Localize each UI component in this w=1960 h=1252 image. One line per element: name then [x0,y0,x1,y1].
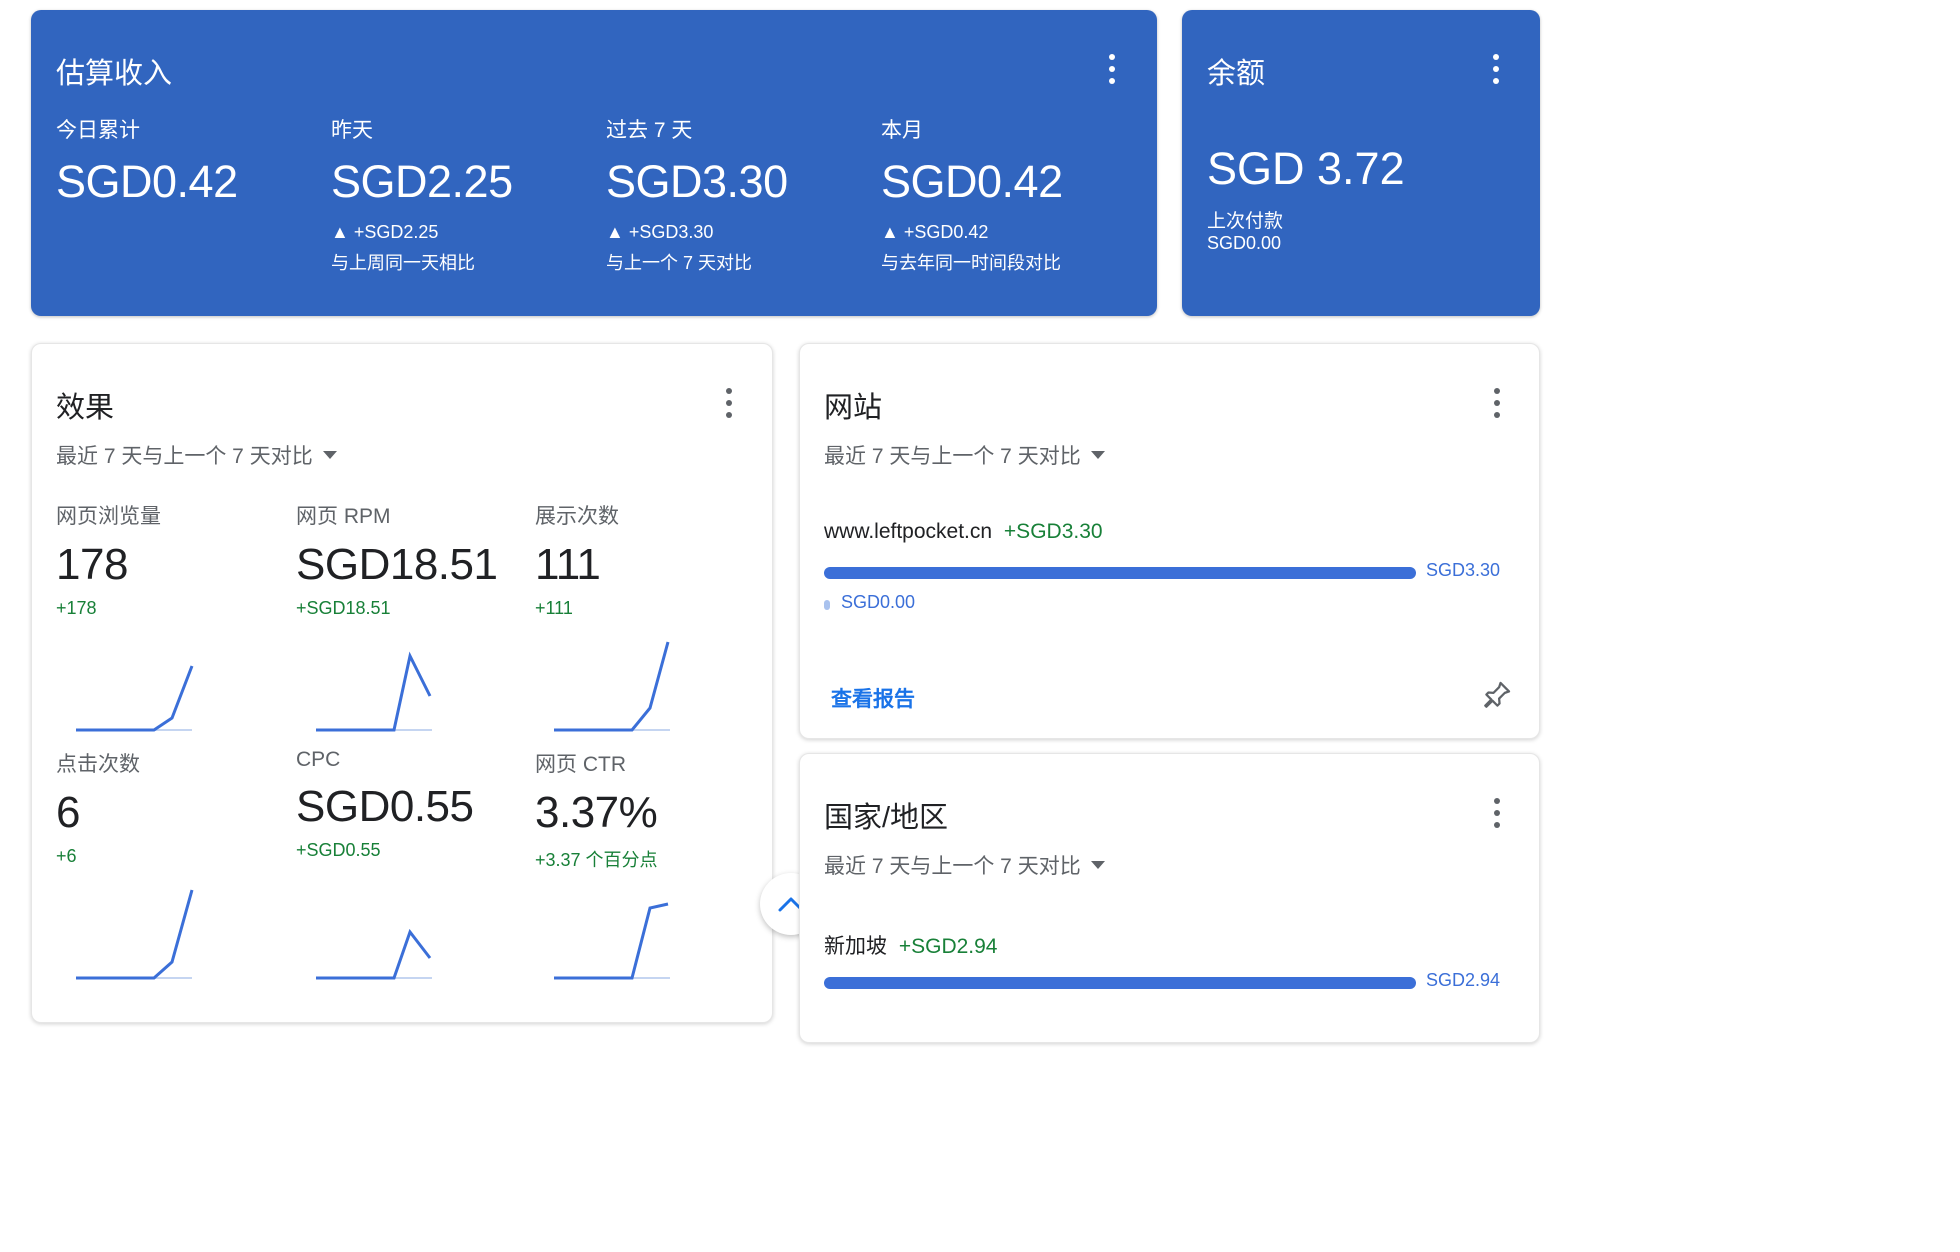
perf-cpc[interactable]: CPC SGD0.55 +SGD0.55 [296,748,516,861]
earnings-title: 估算收入 [56,58,173,90]
perf-impressions-label: 展示次数 [535,505,619,528]
perf-clicks-value: 6 [56,788,80,837]
perf-page-ctr[interactable]: 网页 CTR 3.37% +3.37 个百分点 [535,748,755,872]
perf-pageviews[interactable]: 网页浏览量 178 +178 [56,500,276,619]
country-title: 国家/地区 [824,802,949,834]
arrow-drop-down-icon [1090,861,1105,869]
last-payment-value: SGD0.00 [1207,233,1282,253]
arrow-drop-down-icon [1090,451,1105,459]
impressions-sparkline [554,641,670,732]
performance-period-dropdown[interactable]: 最近 7 天与上一个 7 天对比 [56,440,337,470]
last-payment-label: 上次付款 [1207,211,1284,232]
perf-impressions-delta: +111 [535,598,573,618]
perf-pageviews-delta: +178 [56,598,97,618]
perf-pageviews-label: 网页浏览量 [56,505,161,528]
page-ctr-sparkline [554,902,670,980]
performance-title: 效果 [56,392,115,424]
perf-page-ctr-label: 网页 CTR [535,753,626,776]
perf-impressions-value: 111 [535,540,601,589]
sites-title: 网站 [824,392,883,424]
balance-more-icon[interactable] [1491,54,1501,84]
balance-card: 余额 SGD 3.72 上次付款 SGD0.00 [1182,10,1540,316]
perf-cpc-value: SGD0.55 [296,782,474,831]
site-previous-bar [824,600,830,610]
perf-clicks-delta: +6 [56,846,77,866]
metric-this-month-value: SGD0.42 [881,156,1063,207]
metric-last-7-days-value: SGD3.30 [606,156,788,207]
sites-card: 网站 最近 7 天与上一个 7 天对比 www.leftpocket.cn +S… [799,343,1540,739]
perf-impressions[interactable]: 展示次数 111 +111 [535,500,755,619]
perf-clicks-label: 点击次数 [56,753,140,776]
performance-more-icon[interactable] [724,388,734,418]
perf-clicks[interactable]: 点击次数 6 +6 [56,748,276,867]
country-more-icon[interactable] [1492,798,1502,828]
site-current-value: SGD3.30 [1426,560,1501,580]
balance-title: 余额 [1207,58,1266,90]
performance-period-label: 最近 7 天与上一个 7 天对比 [56,445,313,468]
sites-more-icon[interactable] [1492,388,1502,418]
metric-yesterday: 昨天 SGD2.25 ▲ +SGD2.25 与上周同一天相比 [331,114,513,275]
country-period-dropdown[interactable]: 最近 7 天与上一个 7 天对比 [824,850,1105,880]
cpc-sparkline [316,928,432,980]
metric-this-month-label: 本月 [881,119,923,142]
country-card: 国家/地区 最近 7 天与上一个 7 天对比 新加坡 +SGD2.94 SGD2… [799,753,1540,1043]
earnings-more-icon[interactable] [1107,54,1117,84]
sites-period-label: 最近 7 天与上一个 7 天对比 [824,445,1081,468]
pin-icon[interactable] [1480,678,1514,712]
clicks-sparkline [76,889,194,980]
metric-this-month-delta: ▲ +SGD0.42 [881,222,989,242]
perf-page-ctr-delta: +3.37 个百分点 [535,850,658,870]
sites-period-dropdown[interactable]: 最近 7 天与上一个 7 天对比 [824,440,1105,470]
metric-last-7-days: 过去 7 天 SGD3.30 ▲ +SGD3.30 与上一个 7 天对比 [606,114,788,275]
metric-yesterday-label: 昨天 [331,119,373,142]
site-row-label: www.leftpocket.cn +SGD3.30 [824,520,1103,544]
country-name: 新加坡 [824,935,887,958]
performance-card: 效果 最近 7 天与上一个 7 天对比 网页浏览量 178 +178 网页 RP… [31,343,773,1023]
metric-yesterday-note: 与上周同一天相比 [331,253,475,273]
metric-yesterday-delta: ▲ +SGD2.25 [331,222,439,242]
perf-page-rpm-delta: +SGD18.51 [296,598,391,618]
country-current-value: SGD2.94 [1426,970,1501,990]
perf-cpc-delta: +SGD0.55 [296,840,381,860]
perf-page-ctr-value: 3.37% [535,788,658,837]
page-rpm-sparkline [316,651,432,732]
view-report-button[interactable]: 查看报告 [831,683,915,713]
metric-last-7-days-delta: ▲ +SGD3.30 [606,222,714,242]
metric-this-month: 本月 SGD0.42 ▲ +SGD0.42 与去年同一时间段对比 [881,114,1063,275]
metric-this-month-note: 与去年同一时间段对比 [881,253,1061,273]
country-row-label: 新加坡 +SGD2.94 [824,930,998,960]
perf-page-rpm-label: 网页 RPM [296,505,391,528]
arrow-drop-down-icon [322,451,337,459]
estimated-earnings-card: 估算收入 今日累计 SGD0.42 昨天 SGD2.25 ▲ +SGD2.25 … [31,10,1157,316]
metric-last-7-days-note: 与上一个 7 天对比 [606,253,753,273]
perf-cpc-label: CPC [296,748,341,771]
metric-today-label: 今日累计 [56,119,140,142]
perf-page-rpm-value: SGD18.51 [296,540,498,589]
perf-pageviews-value: 178 [56,540,128,589]
site-delta: +SGD3.30 [1003,520,1103,543]
site-name: www.leftpocket.cn [824,520,993,543]
perf-page-rpm[interactable]: 网页 RPM SGD18.51 +SGD18.51 [296,500,516,619]
site-current-bar [824,567,1416,579]
country-current-bar [824,977,1416,989]
country-delta: +SGD2.94 [898,935,998,958]
metric-yesterday-value: SGD2.25 [331,156,513,207]
metric-last-7-days-label: 过去 7 天 [606,119,693,142]
site-previous-value: SGD0.00 [841,592,916,612]
metric-today-value: SGD0.42 [56,156,238,207]
balance-value: SGD 3.72 [1207,143,1405,194]
pageviews-sparkline [76,665,194,732]
country-period-label: 最近 7 天与上一个 7 天对比 [824,855,1081,878]
metric-today: 今日累计 SGD0.42 [56,114,238,208]
